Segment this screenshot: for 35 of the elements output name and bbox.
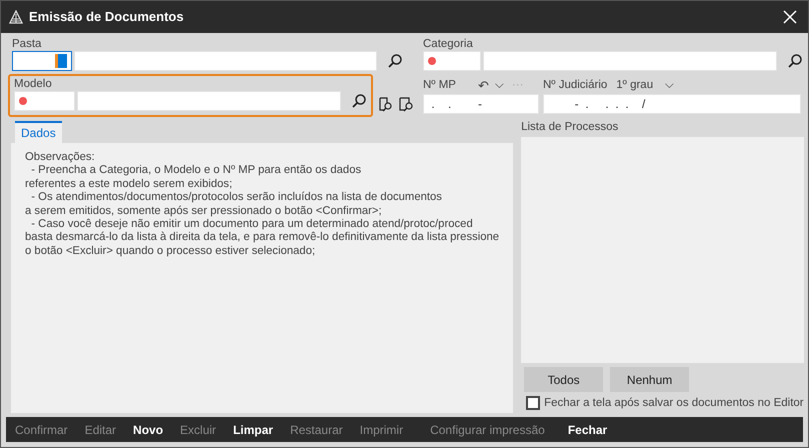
checkbox-label: Fechar a tela após salvar os documentos no Editor <box>544 396 804 410</box>
text-field[interactable] <box>482 51 777 71</box>
mp-field[interactable]: . . - <box>423 94 539 114</box>
search-icon[interactable] <box>787 53 803 69</box>
window-title: Emissão de Documentos <box>29 8 184 26</box>
text-field[interactable] <box>74 51 377 71</box>
dropdown-caret[interactable]: ⌵ <box>665 79 674 92</box>
toolbar-button[interactable]: Fechar <box>568 420 608 438</box>
search-icon[interactable] <box>351 93 367 109</box>
notes-text: Observações: - Preencha a Categoria, o Modelo e o Nº MP para então os dados referentes a este modelo serem exibidos; - Os atendimentos/documentos/protocolos serão incluídos na lista de documentos a serem emitidos, somente após ser pressionado o botão <Confirmar>; - Caso você deseje não emitir um documento para um determinado atend/protoc/proced basta desmarcá-lo da lista à direita da tela, e para removê-lo definitivamente da lista pressione o botão <Excluir> quando o processo estiver selecionado; <box>25 151 500 258</box>
document-search-icon[interactable] <box>377 96 393 112</box>
field-label: Nº MP <box>423 79 456 92</box>
code-field[interactable] <box>12 51 72 71</box>
undo-button[interactable]: ↶ <box>478 79 489 92</box>
toolbar-button[interactable]: Novo <box>133 420 164 438</box>
required-dot <box>19 97 27 105</box>
tab[interactable]: Dados <box>15 121 62 143</box>
section-label: Lista de Processos <box>521 121 620 134</box>
field-label: Categoria <box>423 38 474 51</box>
field-label: Modelo <box>14 78 53 91</box>
judicial-number-field[interactable]: - . . . . / <box>543 94 801 114</box>
document-search-icon[interactable] <box>398 96 414 112</box>
checkbox[interactable] <box>526 396 540 410</box>
instance-label: 1º grau <box>616 79 654 92</box>
required-dot <box>428 57 436 65</box>
field-label: Pasta <box>12 38 42 51</box>
app-logo-icon <box>9 10 23 24</box>
text-cursor <box>55 54 68 68</box>
search-icon[interactable] <box>387 53 403 69</box>
text-field[interactable] <box>76 91 341 111</box>
field-label: Nº Judiciário <box>543 79 608 92</box>
select-button[interactable]: Todos <box>524 367 604 392</box>
select-button[interactable]: Nenhum <box>610 367 690 392</box>
dropdown-caret[interactable]: ⌵ <box>494 79 504 92</box>
toolbar-button[interactable]: Limpar <box>233 420 274 438</box>
